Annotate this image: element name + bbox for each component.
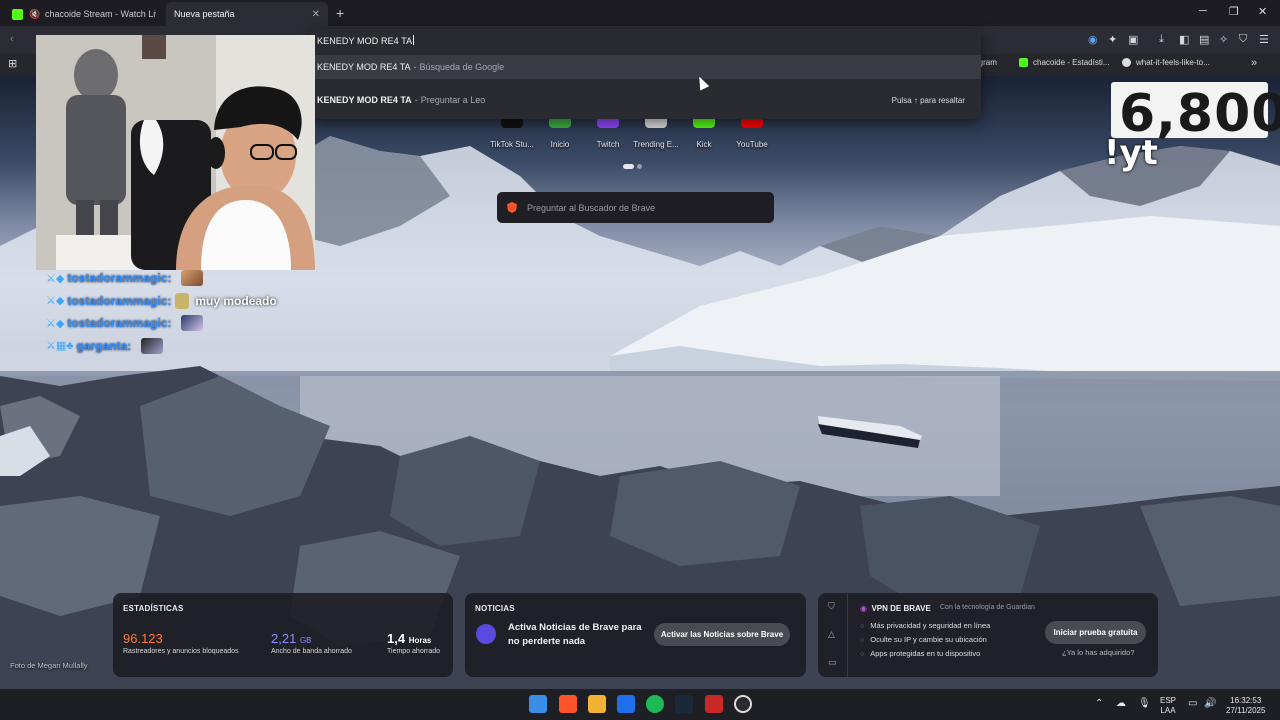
restore-icon[interactable]: ❐ (1229, 5, 1239, 18)
network-icon[interactable]: ▭ (1188, 698, 1197, 709)
close-tab-icon[interactable]: ✕ (312, 9, 320, 20)
pager-dot[interactable] (637, 164, 642, 169)
start-icon[interactable] (529, 695, 547, 713)
time-label: Tiempo ahorrado (387, 648, 441, 655)
download-icon[interactable]: ⤓ (1159, 33, 1164, 46)
news-icon (476, 624, 496, 644)
widget-switcher: ⛉ △ ▭ (818, 593, 848, 677)
enable-news-button[interactable]: Activar las Noticias sobre Brave (654, 623, 790, 646)
tab-title: Nueva pestaña (174, 9, 235, 19)
back-icon[interactable]: ‹ (10, 33, 14, 45)
time-value: 1,4 Horas (387, 631, 432, 646)
tab-chacoide-stream[interactable]: 🔇 chacoide Stream - Watch Live on (4, 2, 164, 26)
already-purchased-link[interactable]: ¿Ya lo has adquirido? (1062, 648, 1134, 657)
vpn-powered-by: Con la tecnología de Guardian (940, 604, 1035, 611)
wallet-icon[interactable]: ▤ (1199, 33, 1209, 46)
vpn-widget: ⛉ △ ▭ ◉ VPN DE BRAVE Con la tecnología d… (818, 593, 1158, 677)
highlight-hint: Pulsa ↑ para resaltar (891, 96, 965, 105)
menu-icon[interactable]: ☰ (1259, 33, 1269, 46)
tab-strip: 🔇 chacoide Stream - Watch Live on Nueva … (0, 0, 1280, 26)
emote-icon (181, 270, 204, 287)
screenshot-icon[interactable]: ▣ (1128, 33, 1138, 46)
pager-dot[interactable] (623, 164, 634, 169)
news-widget: NOTICIAS Activa Noticias de Brave para n… (465, 593, 806, 677)
leo-icon[interactable]: ✧ (1219, 33, 1228, 46)
vpn-feature: Apps protegidas en tu dispositivo (860, 649, 980, 658)
vpn-feature: Más privacidad y seguridad en línea (860, 621, 990, 630)
trackers-label: Rastreadores y anuncios bloqueados (123, 648, 239, 655)
voice-icon[interactable]: ◉ (1088, 33, 1098, 46)
badge-icons: ⚔▦♣ (46, 340, 74, 353)
top-sites-pager (623, 164, 642, 169)
kick-icon (1019, 58, 1028, 67)
card-icon[interactable]: ▭ (828, 657, 837, 668)
address-input[interactable]: KENEDY MOD RE4 TA (317, 35, 415, 46)
sidebar-icon[interactable]: ◧ (1179, 33, 1189, 46)
emote-icon (141, 337, 164, 354)
stats-title: ESTADÍSTICAS (123, 604, 184, 613)
minimize-icon[interactable]: ─ (1199, 5, 1207, 17)
search-placeholder: Preguntar al Buscador de Brave (527, 202, 656, 213)
bookmark-what-it-feels[interactable]: what-it-feels-like-to... (1122, 58, 1210, 67)
news-promo-text: Activa Noticias de Brave para no perdert… (508, 622, 642, 647)
extensions-icon[interactable]: ✦ (1108, 33, 1117, 46)
volume-icon[interactable]: 🔊 (1204, 698, 1216, 709)
voice-app-icon[interactable] (705, 695, 723, 713)
suggestion-google[interactable]: KENEDY MOD RE4 TA - Búsqueda de Google (310, 55, 981, 79)
chat-message: ⚔◆ tostadorammagic: muy modeado (46, 292, 277, 309)
clock[interactable]: 16:32:53 27/11/2025 (1226, 696, 1265, 716)
cloud-icon[interactable]: ☁ (1116, 698, 1126, 709)
microphone-icon[interactable]: 🎙 (1138, 698, 1151, 709)
windows-taskbar (0, 689, 1280, 720)
emote-icon (175, 292, 190, 309)
bandwidth-value: 2,21 GB (271, 631, 312, 646)
spotify-icon[interactable] (646, 695, 664, 713)
globe-icon (1122, 58, 1131, 67)
badge-icons: ⚔◆ (46, 295, 65, 308)
stream-chat: ⚔◆ tostadorammagic: ⚔◆ tostadorammagic: … (46, 267, 277, 357)
emote-icon (181, 315, 204, 332)
brave-lion-icon (507, 202, 517, 213)
triangle-icon[interactable]: △ (828, 629, 835, 640)
bing-icon[interactable] (617, 695, 635, 713)
vpn-feature: Oculte su IP y cambie su ubicación (860, 635, 987, 644)
chevron-up-icon[interactable]: ⌃ (1095, 698, 1103, 709)
bandwidth-label: Ancho de banda ahorrado (271, 648, 352, 655)
webcam-overlay (36, 35, 315, 270)
omnibox-dropdown: KENEDY MOD RE4 TA KENEDY MOD RE4 TA - Búsq… (310, 29, 981, 119)
input-language[interactable]: ESP LAA (1160, 696, 1176, 716)
badge-icons: ⚔◆ (46, 272, 65, 285)
brave-icon[interactable] (559, 695, 577, 713)
tab-title: chacoide Stream - Watch Live on (45, 9, 156, 19)
steam-icon[interactable] (675, 695, 693, 713)
obs-icon[interactable] (734, 695, 752, 713)
brave-search-box[interactable]: Preguntar al Buscador de Brave (497, 192, 774, 223)
shield-icon[interactable]: ⛉ (828, 601, 835, 612)
suggestion-leo[interactable]: KENEDY MOD RE4 TA - Preguntar a Leo (310, 88, 981, 112)
badge-icons: ⚔◆ (46, 317, 65, 330)
stats-widget: ESTADÍSTICAS 96.123 Rastreadores y anunc… (113, 593, 453, 677)
muted-audio-icon[interactable]: 🔇 (29, 9, 40, 19)
chat-message: ⚔◆ tostadorammagic: (46, 267, 277, 290)
tab-new-tab[interactable]: Nueva pestaña ✕ (166, 2, 328, 26)
kick-icon (12, 8, 23, 20)
new-tab-button[interactable]: + (336, 5, 344, 21)
bookmark-chacoide-stats[interactable]: chacoide - Estadísti... (1019, 58, 1109, 67)
trackers-value: 96.123 (123, 631, 163, 646)
file-explorer-icon[interactable] (588, 695, 606, 713)
vpn-title: ◉ VPN DE BRAVE (860, 604, 931, 613)
chat-message: ⚔▦♣ garganta: (46, 335, 277, 358)
more-bookmarks-icon[interactable]: » (1251, 57, 1257, 69)
photo-credit[interactable]: Foto de Megan Mullally (10, 661, 88, 670)
close-window-icon[interactable]: ✕ (1258, 5, 1267, 18)
stream-command: !yt (1104, 133, 1158, 173)
news-title: NOTICIAS (475, 604, 515, 613)
chat-message: ⚔◆ tostadorammagic: (46, 312, 277, 335)
shield-icon[interactable]: ⛉ (1239, 33, 1247, 46)
start-trial-button[interactable]: Iniciar prueba gratuita (1045, 621, 1146, 644)
apps-grid-icon[interactable]: ⊞ (8, 57, 17, 70)
